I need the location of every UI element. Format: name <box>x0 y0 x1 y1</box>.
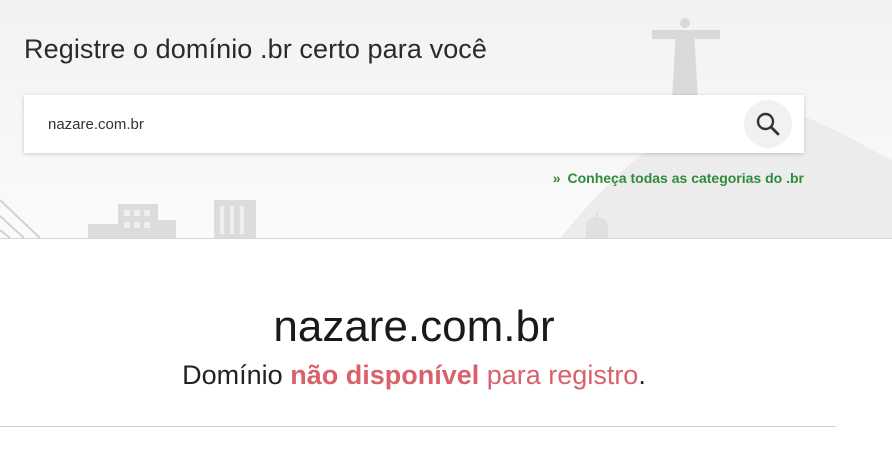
status-unavailable: não disponível <box>290 360 480 390</box>
result-status: Domínio não disponível para registro. <box>0 360 828 391</box>
categories-link[interactable]: » Conheça todas as categorias do .br <box>553 170 804 186</box>
search-box <box>24 95 804 153</box>
result-divider <box>0 426 836 427</box>
double-chevron-icon: » <box>552 170 561 186</box>
page-title: Registre o domínio .br certo para você <box>24 34 488 64</box>
result-domain: nazare.com.br <box>273 302 555 351</box>
search-icon <box>756 112 780 136</box>
search-button[interactable] <box>744 100 792 148</box>
hero-banner: Registre o domínio .br certo para você »… <box>0 0 892 238</box>
status-suffix: para registro <box>486 360 639 390</box>
categories-link-label: Conheça todas as categorias do .br <box>567 170 804 186</box>
status-end: . <box>638 360 646 390</box>
status-prefix: Domínio <box>182 360 283 390</box>
search-input[interactable] <box>48 95 748 153</box>
hero-divider <box>0 238 892 239</box>
